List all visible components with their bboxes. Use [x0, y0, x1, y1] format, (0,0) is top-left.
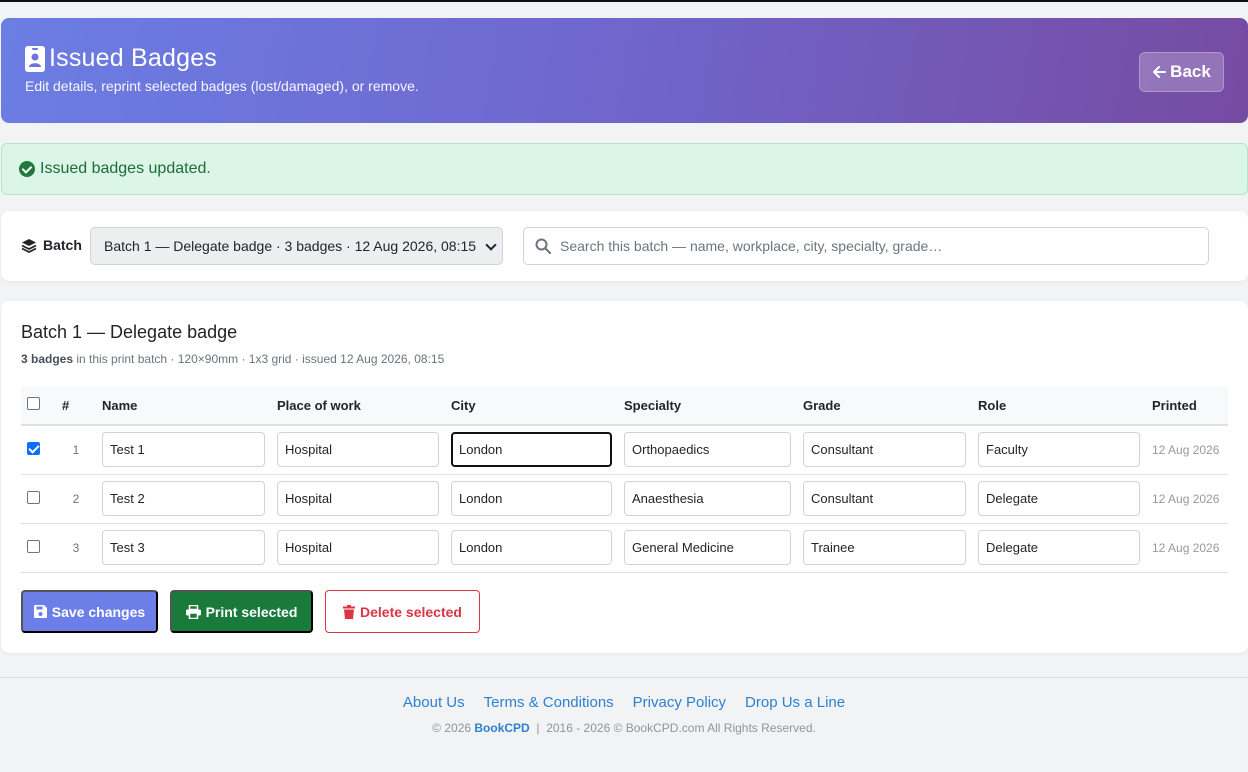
col-num: #	[62, 397, 70, 413]
id-badge-icon	[25, 45, 45, 72]
floppy-disk-icon	[33, 605, 47, 618]
table-row: 3 Test 3 Hospital London General Medicin…	[21, 523, 1228, 572]
badge-count: 3 badges	[21, 352, 74, 366]
arrow-left-icon	[1153, 66, 1167, 78]
alert-message: Issued badges updated.	[40, 160, 211, 177]
back-label: Back	[1170, 62, 1211, 81]
search-box	[523, 227, 1209, 265]
batch-meta-text: in this print batch · 120×90mm · 1x3 gri…	[73, 352, 445, 366]
col-specialty: Specialty	[624, 397, 682, 413]
table-row: 2 Test 2 Hospital London Anaesthesia Con…	[21, 474, 1228, 523]
badges-table: # Name Place of work City Specialty Grad…	[21, 386, 1228, 573]
city-field[interactable]: London	[451, 432, 612, 468]
batch-card: Batch 1 — Delegate badge 3 badges in thi…	[1, 301, 1248, 653]
specialty-field[interactable]: General Medicine	[624, 530, 791, 565]
print-selected-button[interactable]: Print selected	[170, 590, 313, 633]
back-button[interactable]: Back	[1139, 52, 1224, 92]
page-subtitle: Edit details, reprint selected badges (l…	[25, 78, 419, 94]
col-workplace: Place of work	[277, 397, 361, 413]
batch-label: Batch	[21, 237, 82, 253]
role-field[interactable]: Delegate	[978, 530, 1140, 565]
title-row: Issued Badges	[25, 44, 217, 73]
workplace-field[interactable]: Hospital	[277, 530, 439, 565]
copyright-suffix: | 2016 - 2026 © BookCPD.com All Rights R…	[529, 721, 816, 735]
search-icon	[535, 238, 551, 254]
page-title: Issued Badges	[49, 44, 217, 72]
select-all-checkbox[interactable]	[27, 397, 40, 410]
city-field[interactable]: London	[451, 530, 612, 565]
batch-meta: 3 badges in this print batch · 120×90mm …	[21, 352, 444, 366]
specialty-field[interactable]: Orthopaedics	[624, 432, 791, 468]
chevron-down-icon	[485, 239, 497, 251]
print-label: Print selected	[205, 603, 298, 620]
workplace-field[interactable]: Hospital	[277, 432, 439, 468]
copyright: © 2026 BookCPD | 2016 - 2026 © BookCPD.c…	[0, 721, 1248, 735]
footer-link-about[interactable]: About Us	[403, 694, 465, 711]
footer-link-contact[interactable]: Drop Us a Line	[745, 694, 845, 711]
row-number: 2	[72, 491, 80, 506]
check-circle-icon	[19, 161, 35, 177]
brand-link[interactable]: BookCPD	[474, 721, 529, 735]
success-alert: Issued badges updated.	[1, 143, 1248, 195]
row-checkbox[interactable]	[27, 490, 40, 504]
footer-link-privacy[interactable]: Privacy Policy	[633, 694, 726, 711]
delete-selected-button[interactable]: Delete selected	[325, 590, 480, 633]
grade-field[interactable]: Consultant	[803, 481, 966, 516]
table-header-row: # Name Place of work City Specialty Grad…	[21, 386, 1228, 425]
trash-icon	[343, 604, 356, 619]
printed-date: 12 Aug 2026	[1152, 491, 1220, 506]
footer-divider	[0, 677, 1248, 678]
name-field[interactable]: Test 2	[102, 481, 265, 516]
printed-date: 12 Aug 2026	[1152, 442, 1220, 457]
row-number: 3	[72, 540, 80, 555]
copyright-prefix: © 2026	[432, 721, 475, 735]
page-header: Issued Badges Edit details, reprint sele…	[1, 18, 1248, 123]
search-input[interactable]	[560, 228, 1200, 264]
role-field[interactable]: Delegate	[978, 481, 1140, 516]
col-grade: Grade	[803, 397, 841, 413]
col-printed: Printed	[1152, 397, 1197, 413]
specialty-field[interactable]: Anaesthesia	[624, 481, 791, 516]
row-checkbox[interactable]	[27, 539, 40, 553]
footer-link-terms[interactable]: Terms & Conditions	[484, 694, 614, 711]
save-changes-button[interactable]: Save changes	[21, 590, 158, 633]
workplace-field[interactable]: Hospital	[277, 481, 439, 516]
delete-label: Delete selected	[360, 603, 462, 620]
batch-select[interactable]: Batch 1 — Delegate badge · 3 badges · 12…	[90, 227, 503, 265]
grade-field[interactable]: Trainee	[803, 530, 966, 565]
name-field[interactable]: Test 3	[102, 530, 265, 565]
col-city: City	[451, 397, 476, 413]
row-checkbox[interactable]	[27, 441, 40, 455]
printed-date: 12 Aug 2026	[1152, 540, 1220, 555]
save-label: Save changes	[51, 603, 146, 620]
batch-select-value: Batch 1 — Delegate badge · 3 badges · 12…	[104, 238, 477, 254]
grade-field[interactable]: Consultant	[803, 432, 966, 468]
batch-filter-card: Batch Batch 1 — Delegate badge · 3 badge…	[1, 211, 1248, 281]
role-field[interactable]: Faculty	[978, 432, 1140, 468]
batch-label-text: Batch	[43, 237, 82, 253]
footer-links: About Us Terms & Conditions Privacy Poli…	[0, 694, 1248, 711]
col-role: Role	[978, 397, 1007, 413]
layers-icon	[21, 238, 37, 253]
row-number: 1	[72, 442, 80, 457]
batch-title: Batch 1 — Delegate badge	[21, 322, 238, 342]
city-field[interactable]: London	[451, 481, 612, 516]
printer-icon	[185, 604, 201, 619]
col-name: Name	[102, 397, 138, 413]
name-field[interactable]: Test 1	[102, 432, 265, 468]
table-row: 1 Test 1 Hospital London Orthopaedics Co…	[21, 425, 1228, 474]
